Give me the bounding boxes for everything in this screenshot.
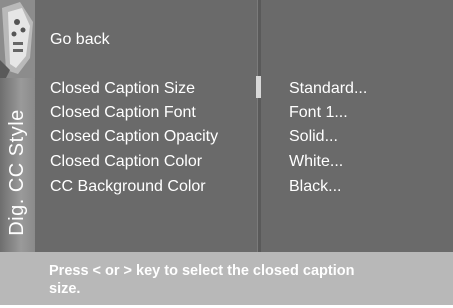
menu-item-closed-caption-opacity[interactable]: Closed Caption Opacity — [50, 127, 218, 147]
menu-item-closed-caption-font[interactable]: Closed Caption Font — [50, 103, 196, 123]
side-tab-label-container: Dig. CC Style — [0, 78, 35, 266]
remote-control-icon — [0, 0, 35, 78]
value-closed-caption-font[interactable]: Font 1... — [289, 103, 348, 123]
menu-item-cc-background-color[interactable]: CC Background Color — [50, 177, 206, 197]
menu-item-closed-caption-color[interactable]: Closed Caption Color — [50, 152, 202, 172]
menu-item-closed-caption-size[interactable]: Closed Caption Size — [50, 79, 195, 99]
value-closed-caption-opacity[interactable]: Solid... — [289, 127, 338, 147]
value-cc-background-color[interactable]: Black... — [289, 177, 341, 197]
value-closed-caption-color[interactable]: White... — [289, 152, 343, 172]
value-closed-caption-size[interactable]: Standard... — [289, 79, 367, 99]
help-text: Press < or > key to select the closed ca… — [49, 263, 355, 297]
side-tab: Dig. CC Style — [0, 0, 35, 266]
go-back-item[interactable]: Go back — [50, 30, 110, 50]
help-bar: Press < or > key to select the closed ca… — [0, 252, 453, 308]
side-tab-label: Dig. CC Style — [6, 108, 28, 236]
selection-indicator — [256, 76, 261, 98]
